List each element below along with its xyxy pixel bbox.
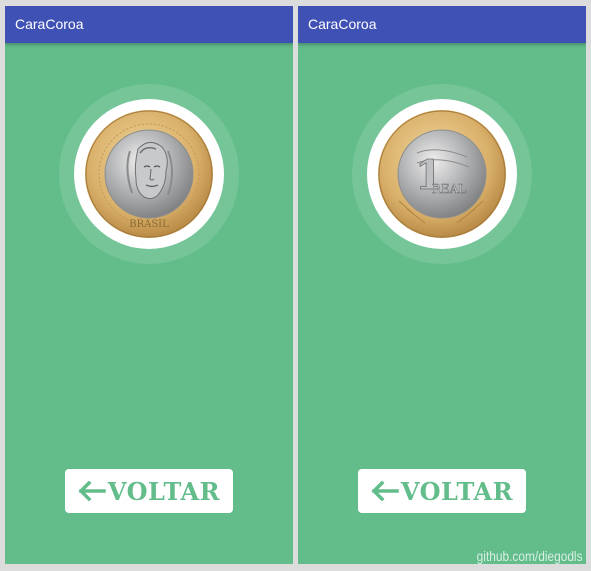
app-screen-tails: CaraCoroa 1 REAL VOLTAR bbox=[298, 6, 586, 564]
coin-heads-icon: BRASIL bbox=[85, 110, 213, 238]
app-title: CaraCoroa bbox=[15, 16, 84, 32]
back-button-label: VOLTAR bbox=[107, 476, 221, 506]
back-button[interactable]: VOLTAR bbox=[358, 469, 526, 513]
app-title: CaraCoroa bbox=[308, 16, 377, 32]
back-button-label: VOLTAR bbox=[400, 476, 514, 506]
back-button[interactable]: VOLTAR bbox=[65, 469, 233, 513]
watermark: github.com/diegodls bbox=[477, 548, 583, 564]
app-bar: CaraCoroa bbox=[298, 6, 586, 43]
coin-inscription: REAL bbox=[432, 182, 466, 196]
coin-inscription: BRASIL bbox=[129, 219, 169, 230]
arrow-left-icon bbox=[371, 481, 399, 501]
arrow-left-icon bbox=[78, 481, 106, 501]
app-bar: CaraCoroa bbox=[5, 6, 293, 43]
coin-tails-icon: 1 REAL bbox=[378, 110, 506, 238]
app-screen-heads: CaraCoroa BRASIL VOLTAR bbox=[5, 6, 293, 564]
